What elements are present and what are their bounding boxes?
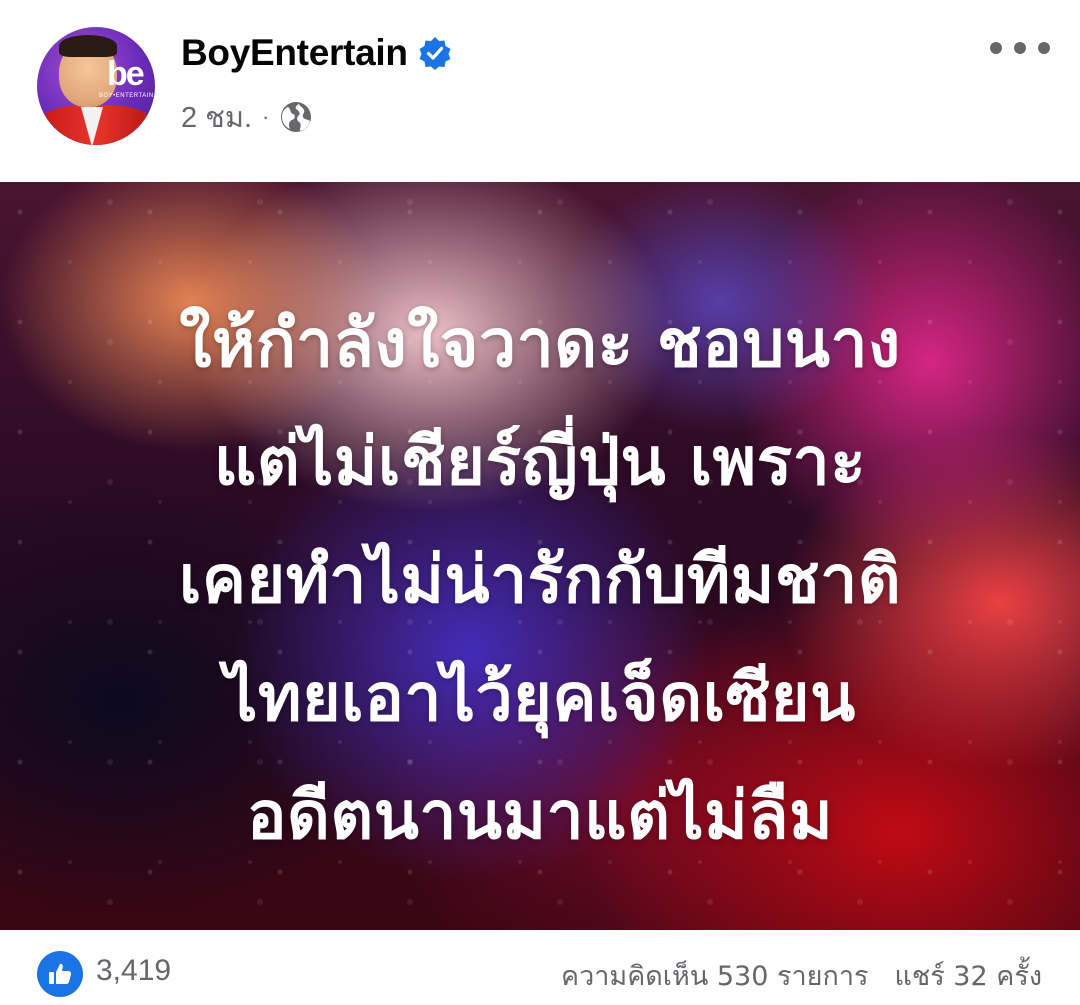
post-header: be BOY•ENTERTAIN BoyEntertain 2 ชม. · bbox=[0, 0, 1080, 182]
quote-line: ให้กำลังใจวาดะ ชอบนาง bbox=[179, 305, 901, 382]
reaction-count[interactable]: 3,419 bbox=[96, 954, 171, 988]
comments-count-link[interactable]: ความคิดเห็น 530 รายการ bbox=[561, 954, 868, 997]
page-name-link[interactable]: BoyEntertain bbox=[181, 32, 408, 74]
post-timestamp[interactable]: 2 ชม. bbox=[181, 94, 252, 140]
quote-line: อดีตนานมาแต่ไม่ลืม bbox=[246, 777, 834, 854]
engagement-stats: ความคิดเห็น 530 รายการ แชร์ 32 ครั้ง bbox=[561, 954, 1042, 997]
page-name-row: BoyEntertain bbox=[181, 30, 452, 76]
quote-line: เคยทำไม่น่ารักกับทีมชาติ bbox=[178, 541, 902, 618]
post-image[interactable]: ให้กำลังใจวาดะ ชอบนาง แต่ไม่เชียร์ญี่ปุ่… bbox=[0, 182, 1080, 930]
post-meta: 2 ชม. · bbox=[181, 96, 313, 138]
quote-line: แต่ไม่เชียร์ญี่ปุ่น เพราะ bbox=[213, 423, 867, 500]
meta-separator: · bbox=[262, 104, 270, 129]
image-quote-text: ให้กำลังใจวาดะ ชอบนาง แต่ไม่เชียร์ญี่ปุ่… bbox=[0, 285, 1080, 875]
globe-icon bbox=[279, 100, 313, 134]
avatar-logo-subtitle: BOY•ENTERTAIN bbox=[99, 93, 154, 99]
thumbs-up-icon[interactable] bbox=[37, 951, 83, 997]
verified-badge-icon bbox=[418, 36, 452, 70]
avatar-hair bbox=[59, 35, 117, 57]
more-dot bbox=[1014, 42, 1026, 54]
page-avatar[interactable]: be BOY•ENTERTAIN bbox=[37, 27, 155, 145]
quote-line: ไทยเอาไว้ยุคเจ็ดเซียน bbox=[224, 659, 856, 736]
shares-count-link[interactable]: แชร์ 32 ครั้ง bbox=[895, 954, 1043, 997]
more-dot bbox=[1038, 42, 1050, 54]
more-dot bbox=[990, 42, 1002, 54]
post-stats-bar: 3,419 ความคิดเห็น 530 รายการ แชร์ 32 ครั… bbox=[0, 930, 1080, 1005]
more-options-icon[interactable] bbox=[990, 36, 1050, 60]
avatar-logo: be bbox=[107, 55, 145, 93]
facebook-post: be BOY•ENTERTAIN BoyEntertain 2 ชม. · ให… bbox=[0, 0, 1080, 1005]
